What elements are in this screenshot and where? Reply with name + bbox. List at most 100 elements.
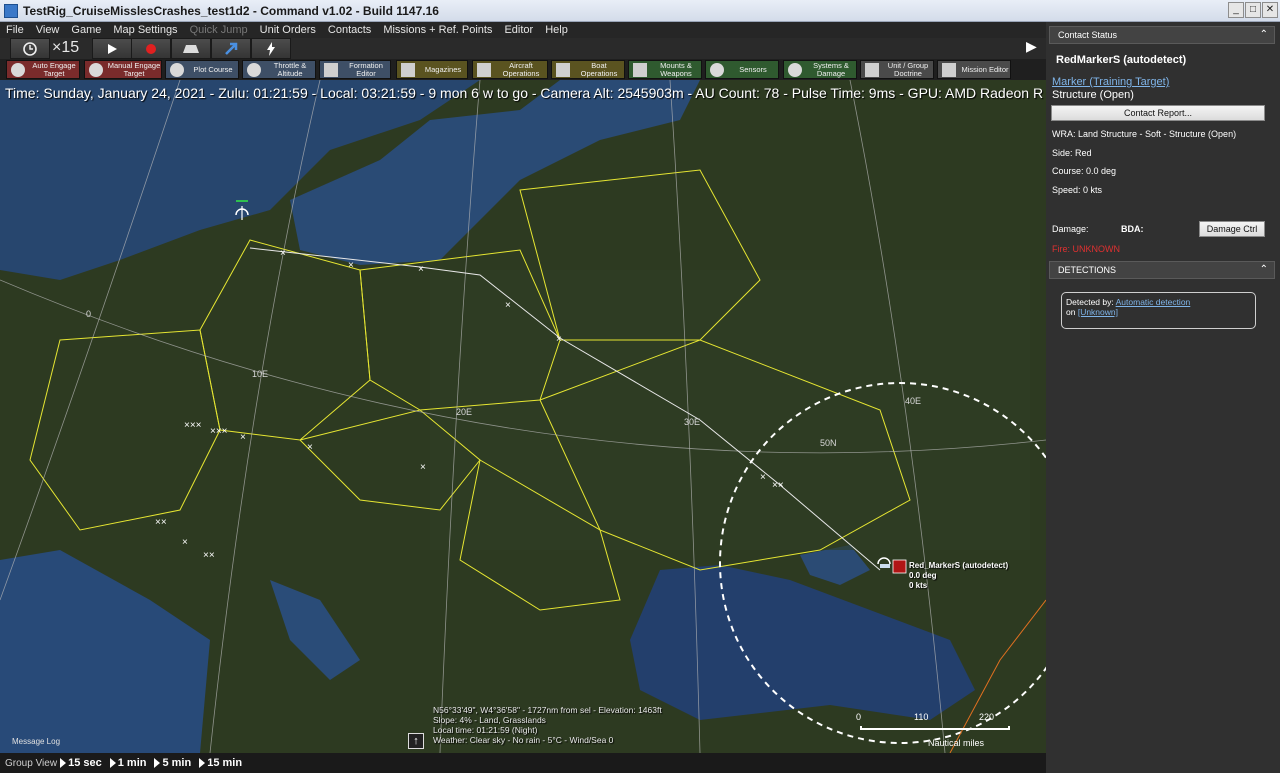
- close-button[interactable]: ✕: [1262, 2, 1278, 18]
- menu-game[interactable]: Game: [65, 24, 107, 36]
- contact-type-link[interactable]: Marker (Training Target): [1052, 76, 1169, 88]
- svg-text:×: ×: [182, 537, 188, 548]
- detection-platform-link[interactable]: [Unknown]: [1078, 307, 1118, 317]
- tactical-map[interactable]: × × × × × × × ××× ××× × ×× × ×× × ×× Time: Sunday…: [0, 80, 1046, 753]
- wra-text: WRA: Land Structure - Soft - Structure (…: [1052, 129, 1237, 139]
- maximize-button[interactable]: □: [1245, 2, 1261, 18]
- time-jump-1min[interactable]: 1 min: [110, 757, 147, 769]
- panel-collapse-icon[interactable]: ▶: [1026, 38, 1037, 55]
- aircraft-icon: [477, 62, 491, 77]
- magazines-button[interactable]: Magazines: [396, 60, 468, 79]
- course-icon: [170, 62, 184, 77]
- bda-label: BDA:: [1121, 224, 1144, 234]
- menu-quick-jump[interactable]: Quick Jump: [184, 24, 254, 36]
- crosshair-icon: [89, 62, 103, 77]
- group-view-label[interactable]: Group View: [0, 758, 60, 769]
- chevron-up-icon: ⌃: [1259, 29, 1268, 40]
- menu-file[interactable]: File: [0, 24, 30, 36]
- arrow-button[interactable]: [211, 38, 251, 59]
- grid-label-50n: 50N: [820, 438, 837, 448]
- svg-text:×: ×: [505, 300, 511, 311]
- svg-text:×: ×: [240, 432, 246, 443]
- menu-help[interactable]: Help: [539, 24, 574, 36]
- mounts-weapons-button[interactable]: Mounts & Weapons: [628, 60, 702, 79]
- fire-status: Fire: UNKNOWN: [1052, 244, 1120, 254]
- doctrine-button[interactable]: Unit / Group Doctrine: [860, 60, 934, 79]
- cursor-info: N56°33'49", W4°36'58" - 1727nm from sel …: [433, 705, 662, 745]
- time-jump-15sec[interactable]: 15 sec: [60, 757, 102, 769]
- minimize-button[interactable]: _: [1228, 2, 1244, 18]
- record-button[interactable]: [131, 38, 171, 59]
- aircraft-ops-button[interactable]: Aircraft Operations: [472, 60, 548, 79]
- unit-label[interactable]: Red_MarkerS (autodetect) 0.0 deg 0 kts: [909, 561, 1008, 591]
- boat-icon: [556, 62, 570, 77]
- chevron-up-icon: ⌃: [1259, 264, 1268, 275]
- menu-bar: File View Game Map Settings Quick Jump U…: [0, 22, 1046, 38]
- detections-header[interactable]: DETECTIONS ⌃: [1049, 261, 1275, 279]
- clock-button[interactable]: [10, 38, 50, 59]
- svg-text:××: ××: [155, 517, 167, 528]
- menu-editor[interactable]: Editor: [498, 24, 539, 36]
- lightning-button[interactable]: [251, 38, 291, 59]
- svg-text:×: ×: [556, 334, 562, 345]
- play-button[interactable]: [92, 38, 132, 59]
- time-jump-15min[interactable]: 15 min: [199, 757, 242, 769]
- mediterranean-west: [0, 550, 210, 753]
- doctrine-icon: [865, 62, 879, 77]
- app-window: TestRig_CruiseMisslesCrashes_test1d2 - C…: [0, 0, 1280, 773]
- speed-text: Speed: 0 kts: [1052, 185, 1103, 195]
- contact-status-header[interactable]: Contact Status ⌃: [1049, 26, 1275, 44]
- throttle-button[interactable]: Throttle & Altitude: [242, 60, 316, 79]
- adriatic-sea: [270, 580, 360, 680]
- time-jump-5min[interactable]: 5 min: [154, 757, 191, 769]
- weapon-icon: [633, 62, 647, 77]
- throttle-icon: [247, 62, 261, 77]
- menu-map-settings[interactable]: Map Settings: [107, 24, 183, 36]
- course-text: Course: 0.0 deg: [1052, 166, 1117, 176]
- svg-text:×: ×: [420, 462, 426, 473]
- border-germany: [199, 239, 371, 441]
- auto-engage-button[interactable]: Auto Engage Target: [6, 60, 80, 79]
- time-compression[interactable]: ×15: [52, 39, 79, 57]
- svg-text:××: ××: [772, 480, 784, 491]
- detection-method-link[interactable]: Automatic detection: [1116, 297, 1191, 307]
- svg-text:×××: ×××: [184, 420, 202, 431]
- plot-course-button[interactable]: Plot Course: [165, 60, 239, 79]
- sensor-icon: [710, 62, 724, 77]
- grid-label-10e: 10E: [252, 369, 269, 379]
- vehicle-button[interactable]: [171, 38, 211, 59]
- menu-missions[interactable]: Missions + Ref. Points: [377, 24, 498, 36]
- grid-label-30e: 30E: [684, 417, 701, 427]
- mission-editor-button[interactable]: Mission Editor: [937, 60, 1011, 79]
- grid-label-20e: 20E: [456, 407, 473, 417]
- title-bar: TestRig_CruiseMisslesCrashes_test1d2 - C…: [0, 0, 1280, 22]
- arrow-up-icon: ↑: [413, 735, 419, 747]
- window-title: TestRig_CruiseMisslesCrashes_test1d2 - C…: [23, 3, 439, 18]
- menu-view[interactable]: View: [30, 24, 66, 36]
- window-controls: _ □ ✕: [1228, 2, 1278, 18]
- svg-text:××: ××: [203, 550, 215, 561]
- menu-unit-orders[interactable]: Unit Orders: [254, 24, 322, 36]
- damage-ctrl-button[interactable]: Damage Ctrl: [1199, 221, 1265, 237]
- svg-text:×××: ×××: [210, 426, 228, 437]
- magazine-icon: [401, 62, 415, 77]
- formation-editor-button[interactable]: Formation Editor: [319, 60, 391, 79]
- menu-contacts[interactable]: Contacts: [322, 24, 377, 36]
- contact-report-button[interactable]: Contact Report...: [1051, 105, 1265, 121]
- message-log-label[interactable]: Message Log: [12, 737, 60, 746]
- contact-status-panel: Contact Status ⌃ RedMarkerS (autodetect)…: [1046, 22, 1280, 773]
- svg-text:×: ×: [280, 248, 286, 259]
- expand-up-button[interactable]: ↑: [408, 733, 424, 749]
- mission-icon: [942, 62, 956, 77]
- sensors-button[interactable]: Sensors: [705, 60, 779, 79]
- clock-icon: [23, 41, 37, 56]
- systems-damage-button[interactable]: Systems & Damage: [783, 60, 857, 79]
- manual-engage-button[interactable]: Manual Engage Target: [84, 60, 162, 79]
- side-text: Side: Red: [1052, 148, 1092, 158]
- map-info-line: Time: Sunday, January 24, 2021 - Zulu: 0…: [5, 85, 1044, 101]
- boat-ops-button[interactable]: Boat Operations: [551, 60, 625, 79]
- unit-symbol[interactable]: [877, 557, 907, 574]
- status-bar: Group View 15 sec 1 min 5 min 15 min: [0, 753, 1046, 773]
- unit-name: Red_MarkerS (autodetect): [909, 561, 1009, 570]
- map-canvas[interactable]: ×× × ×× ×× ××××××× ××××× ×××: [0, 80, 1046, 753]
